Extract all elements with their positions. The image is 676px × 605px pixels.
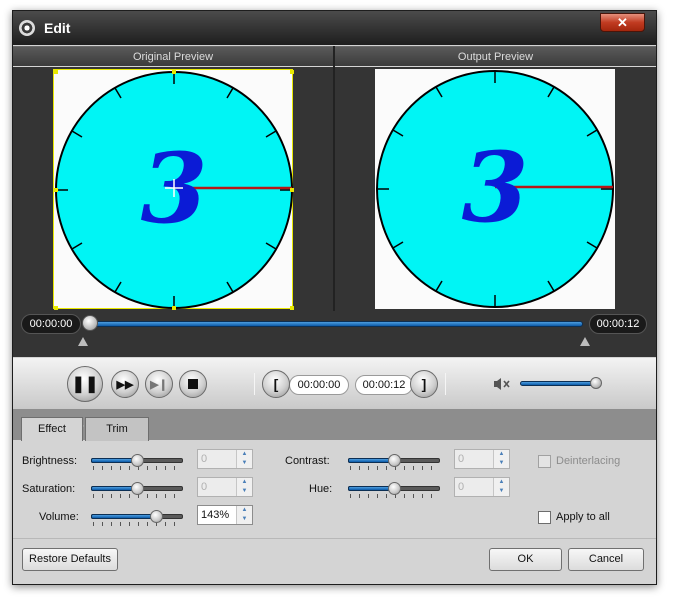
volume-ticks bbox=[93, 522, 183, 526]
trim-start-time-field[interactable]: 00:00:00 bbox=[289, 375, 349, 395]
saturation-field: 0 ▲ ▼ bbox=[197, 477, 253, 497]
hue-knob[interactable] bbox=[388, 482, 401, 495]
output-preview-pane: 3 bbox=[335, 67, 656, 311]
timeline-end-time: 00:00:12 bbox=[589, 314, 647, 334]
saturation-knob[interactable] bbox=[131, 482, 144, 495]
stop-button[interactable] bbox=[179, 370, 207, 398]
original-preview-header: Original Preview bbox=[13, 46, 333, 66]
hue-field: 0 ▲ ▼ bbox=[454, 477, 510, 497]
brightness-label: Brightness: bbox=[22, 455, 78, 467]
seek-knob[interactable] bbox=[82, 315, 98, 331]
pause-button[interactable]: ❚❚ bbox=[67, 366, 103, 402]
toolbar-separator bbox=[254, 373, 255, 395]
output-preview-header: Output Preview bbox=[335, 46, 656, 66]
output-video-frame: 3 bbox=[375, 69, 615, 309]
toolbar-separator bbox=[445, 373, 446, 395]
pause-icon: ❚❚ bbox=[71, 376, 99, 393]
title-bar: Edit ✕ bbox=[13, 11, 656, 45]
set-end-button[interactable]: ] bbox=[410, 370, 438, 398]
spin-arrows-icon: ▲ ▼ bbox=[493, 478, 509, 496]
fast-forward-icon: ▶▶ bbox=[116, 378, 134, 391]
edit-dialog: Edit ✕ Original Preview Output Preview 3 bbox=[12, 10, 657, 585]
volume-effect-slider-fill bbox=[91, 514, 157, 519]
tab-trim[interactable]: Trim bbox=[85, 417, 149, 441]
restore-defaults-button[interactable]: Restore Defaults bbox=[22, 548, 118, 571]
volume-slider[interactable] bbox=[520, 381, 596, 386]
hue-label: Hue: bbox=[309, 483, 333, 495]
clock-digit: 3 bbox=[462, 131, 529, 244]
trim-end-time-field[interactable]: 00:00:12 bbox=[355, 375, 413, 395]
deinterlacing-label: Deinterlacing bbox=[556, 455, 621, 467]
contrast-value: 0 bbox=[458, 453, 465, 465]
brightness-knob[interactable] bbox=[131, 454, 144, 467]
deinterlacing-checkbox[interactable] bbox=[538, 455, 551, 468]
saturation-label: Saturation: bbox=[22, 483, 76, 495]
spin-arrows-icon[interactable]: ▲ ▼ bbox=[236, 506, 252, 524]
original-preview-pane: 3 bbox=[13, 67, 333, 311]
window-title: Edit bbox=[44, 20, 71, 36]
volume-field[interactable]: 143% ▲ ▼ bbox=[197, 505, 253, 525]
stop-icon bbox=[188, 379, 198, 389]
trim-start-marker[interactable] bbox=[78, 337, 88, 346]
ok-button[interactable]: OK bbox=[489, 548, 562, 571]
volume-effect-knob[interactable] bbox=[150, 510, 163, 523]
tab-effect[interactable]: Effect bbox=[21, 417, 83, 441]
timeline-track[interactable] bbox=[83, 321, 583, 327]
fast-forward-button[interactable]: ▶▶ bbox=[111, 370, 139, 398]
volume-value: 143% bbox=[201, 509, 230, 521]
step-frame-button[interactable]: ▶❙ bbox=[145, 370, 173, 398]
timeline-area bbox=[13, 311, 656, 357]
contrast-field: 0 ▲ ▼ bbox=[454, 449, 510, 469]
footer-divider bbox=[13, 538, 656, 539]
brightness-value: 0 bbox=[201, 453, 208, 465]
bracket-right-icon: ] bbox=[421, 376, 427, 392]
output-clock-image: 3 bbox=[376, 70, 614, 308]
volume-label: Volume: bbox=[39, 511, 79, 523]
original-clock-image: 3 bbox=[54, 70, 294, 310]
speaker-mute-icon[interactable] bbox=[493, 377, 511, 391]
cancel-button[interactable]: Cancel bbox=[568, 548, 644, 571]
spin-arrows-icon: ▲ ▼ bbox=[236, 478, 252, 496]
volume-knob[interactable] bbox=[590, 377, 602, 389]
app-icon bbox=[19, 20, 35, 36]
hue-value: 0 bbox=[458, 481, 465, 493]
brightness-field: 0 ▲ ▼ bbox=[197, 449, 253, 469]
timeline-start-time: 00:00:00 bbox=[21, 314, 81, 334]
contrast-knob[interactable] bbox=[388, 454, 401, 467]
close-button[interactable]: ✕ bbox=[600, 13, 645, 32]
bracket-left-icon: [ bbox=[273, 376, 279, 392]
apply-to-all-checkbox[interactable] bbox=[538, 511, 551, 524]
saturation-value: 0 bbox=[201, 481, 208, 493]
spin-arrows-icon: ▲ ▼ bbox=[236, 450, 252, 468]
step-frame-icon: ▶❙ bbox=[150, 378, 168, 391]
contrast-label: Contrast: bbox=[285, 455, 330, 467]
apply-to-all-label: Apply to all bbox=[556, 511, 610, 523]
set-start-button[interactable]: [ bbox=[262, 370, 290, 398]
original-video-frame[interactable]: 3 bbox=[53, 69, 294, 310]
trim-end-marker[interactable] bbox=[580, 337, 590, 346]
spin-arrows-icon: ▲ ▼ bbox=[493, 450, 509, 468]
